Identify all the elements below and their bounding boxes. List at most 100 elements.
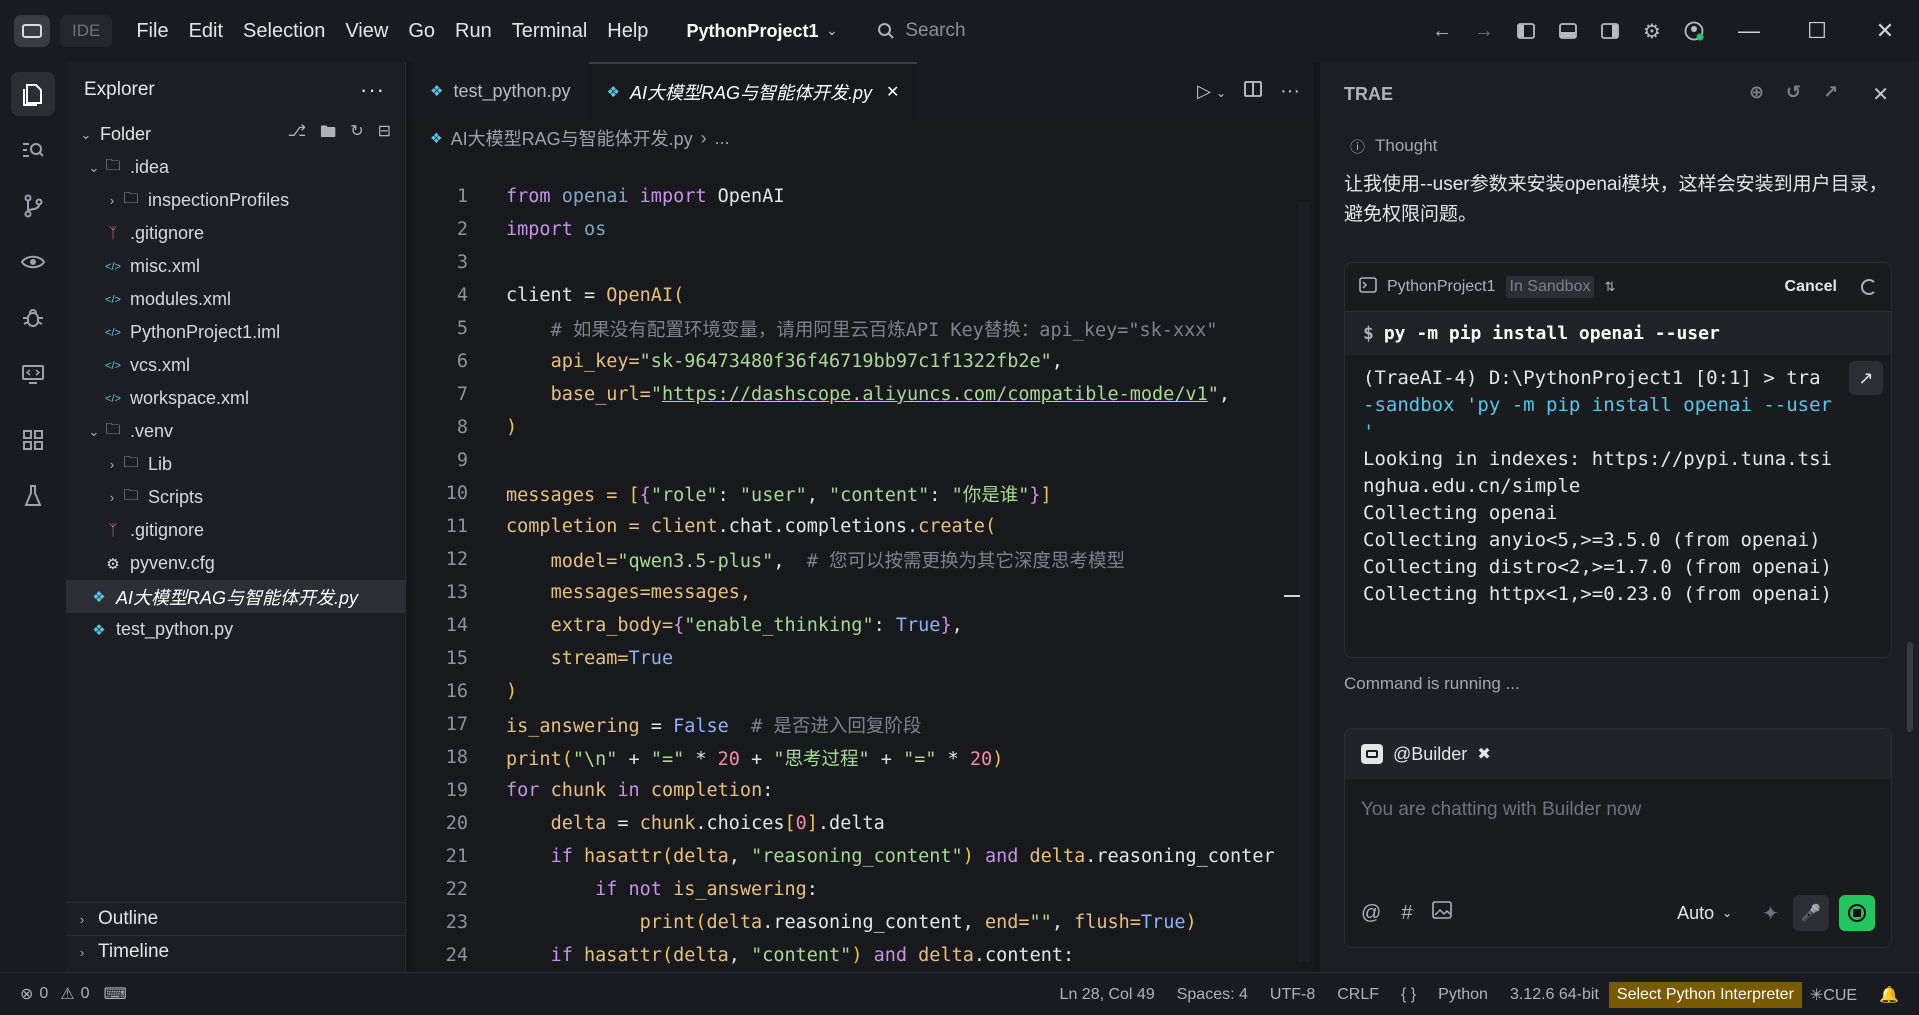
editor-scrollbar[interactable] bbox=[1298, 202, 1310, 962]
tab-ai-rag[interactable]: ❖ AI大模型RAG与智能体开发.py ✕ bbox=[588, 62, 918, 120]
breadcrumb-ellipsis[interactable]: ... bbox=[715, 128, 730, 149]
split-editor-icon[interactable] bbox=[1244, 80, 1262, 103]
microphone-icon[interactable]: 🎤 bbox=[1793, 895, 1829, 931]
menu-selection[interactable]: Selection bbox=[233, 20, 335, 43]
builder-label[interactable]: @Builder bbox=[1393, 744, 1467, 765]
breadcrumb-file[interactable]: AI大模型RAG与智能体开发.py bbox=[451, 125, 693, 151]
expand-terminal-button[interactable]: ↗ bbox=[1849, 361, 1883, 395]
select-interpreter-button[interactable]: Select Python Interpreter bbox=[1608, 981, 1802, 1008]
more-actions-icon[interactable]: ··· bbox=[1280, 80, 1300, 103]
remote-activity[interactable] bbox=[0, 346, 66, 402]
debug-activity[interactable] bbox=[0, 290, 66, 346]
menu-edit[interactable]: Edit bbox=[179, 20, 233, 43]
testing-activity[interactable] bbox=[0, 468, 66, 524]
app-logo-icon[interactable] bbox=[14, 15, 50, 47]
run-icon[interactable]: ▷ ⌄ bbox=[1197, 81, 1226, 102]
new-file-icon[interactable]: ⎇ bbox=[288, 121, 306, 148]
menu-go[interactable]: Go bbox=[398, 20, 445, 43]
encoding[interactable]: UTF-8 bbox=[1270, 986, 1315, 1004]
folder-root[interactable]: ⌄ Folder ⎇ 🖿 ↻ ⊟ bbox=[66, 118, 405, 151]
menu-terminal[interactable]: Terminal bbox=[502, 20, 598, 43]
timeline-section[interactable]: › Timeline bbox=[66, 935, 406, 968]
terminal-command: $ py -m pip install openai --user bbox=[1345, 311, 1891, 355]
menu-file[interactable]: File bbox=[126, 20, 178, 43]
tree-item[interactable]: › 🗀 Lib bbox=[66, 448, 405, 481]
language-mode[interactable]: Python bbox=[1438, 986, 1488, 1004]
cursor-position[interactable]: Ln 28, Col 49 bbox=[1060, 986, 1155, 1004]
forward-arrow-icon[interactable]: → bbox=[1463, 10, 1505, 52]
ide-badge[interactable]: IDE bbox=[60, 15, 113, 47]
cue-item[interactable]: ✳CUE bbox=[1810, 985, 1857, 1005]
send-stop-button[interactable] bbox=[1839, 895, 1875, 931]
tree-item[interactable]: › 🗀 inspectionProfiles bbox=[66, 184, 405, 217]
minimize-button[interactable]: — bbox=[1715, 0, 1783, 62]
code-editor[interactable]: 1 from openai import OpenAI 2 import os 3 … bbox=[412, 180, 1312, 972]
new-folder-icon[interactable]: 🖿 bbox=[320, 121, 336, 148]
indentation[interactable]: Spaces: 4 bbox=[1177, 986, 1248, 1004]
extensions-activity[interactable] bbox=[0, 412, 66, 468]
explorer-activity[interactable] bbox=[0, 66, 66, 122]
preview-activity[interactable] bbox=[0, 234, 66, 290]
tree-item[interactable]: </> workspace.xml bbox=[66, 382, 405, 415]
hash-icon[interactable]: # bbox=[1401, 902, 1412, 925]
tree-item[interactable]: ⌄ 🗀 .idea bbox=[66, 151, 405, 184]
refresh-icon[interactable]: ↻ bbox=[350, 121, 363, 148]
search-input[interactable]: Search bbox=[877, 20, 1297, 42]
tree-item[interactable]: ⌄ 🗀 .venv bbox=[66, 415, 405, 448]
close-icon[interactable]: ✕ bbox=[1872, 82, 1889, 107]
tab-label: AI大模型RAG与智能体开发.py bbox=[630, 83, 873, 103]
chat-input-box[interactable]: @Builder ✖ You are chatting with Builder… bbox=[1344, 728, 1892, 948]
maximize-button[interactable]: ☐ bbox=[1783, 0, 1851, 62]
chevron-right-icon: › bbox=[109, 457, 115, 472]
python-version[interactable]: 3.12.6 64-bit bbox=[1510, 986, 1599, 1004]
tree-item[interactable]: ❖ AI大模型RAG与智能体开发.py bbox=[66, 580, 405, 613]
history-icon[interactable]: ↺ bbox=[1786, 82, 1801, 107]
back-arrow-icon[interactable]: ← bbox=[1421, 10, 1463, 52]
tree-item[interactable]: ᛉ .gitignore bbox=[66, 217, 405, 250]
language-braces[interactable]: { } bbox=[1401, 986, 1416, 1004]
settings-gear-icon[interactable]: ⚙ bbox=[1631, 10, 1673, 52]
sandbox-toggle-icon[interactable]: ⇅ bbox=[1604, 279, 1615, 295]
line-number: 1 bbox=[456, 186, 468, 207]
line-number: 18 bbox=[445, 747, 468, 768]
tree-item[interactable]: </> vcs.xml bbox=[66, 349, 405, 382]
search-activity[interactable] bbox=[0, 122, 66, 178]
outline-section[interactable]: › Outline bbox=[66, 902, 406, 935]
chat-input-placeholder[interactable]: You are chatting with Builder now bbox=[1345, 779, 1891, 841]
tree-item[interactable]: ❖ test_python.py bbox=[66, 613, 405, 646]
tools-icon[interactable]: ✖ bbox=[1477, 744, 1490, 764]
open-external-icon[interactable]: ↗ bbox=[1823, 82, 1838, 107]
tree-item[interactable]: </> modules.xml bbox=[66, 283, 405, 316]
more-actions-icon[interactable]: ··· bbox=[360, 77, 385, 103]
new-chat-icon[interactable]: ⊕ bbox=[1749, 82, 1764, 107]
menu-view[interactable]: View bbox=[335, 20, 398, 43]
line-ending[interactable]: CRLF bbox=[1337, 986, 1379, 1004]
notifications-bell-icon[interactable]: 🔔 bbox=[1879, 985, 1899, 1005]
mention-icon[interactable]: @ bbox=[1361, 902, 1381, 925]
account-icon[interactable] bbox=[1673, 10, 1715, 52]
toggle-sidebar-icon[interactable] bbox=[1505, 10, 1547, 52]
tab-test-python[interactable]: ❖ test_python.py bbox=[412, 62, 589, 120]
close-window-button[interactable]: ✕ bbox=[1851, 0, 1919, 62]
source-control-activity[interactable] bbox=[0, 178, 66, 234]
menu-run[interactable]: Run bbox=[445, 20, 502, 43]
keyboard-icon[interactable]: ⌨ bbox=[104, 984, 127, 1004]
close-tab-icon[interactable]: ✕ bbox=[886, 82, 899, 102]
thought-section[interactable]: ⓘ Thought bbox=[1320, 132, 1919, 160]
image-icon[interactable] bbox=[1432, 901, 1453, 925]
tree-item[interactable]: › 🗀 Scripts bbox=[66, 481, 405, 514]
project-selector[interactable]: PythonProject1 ⌄ bbox=[686, 21, 837, 42]
tree-item[interactable]: ᛉ .gitignore bbox=[66, 514, 405, 547]
cancel-button[interactable]: Cancel bbox=[1785, 278, 1837, 296]
mode-selector[interactable]: Auto ⌄ bbox=[1677, 903, 1732, 924]
sparkle-icon[interactable]: ✦ bbox=[1762, 901, 1779, 926]
tree-item[interactable]: </> PythonProject1.iml bbox=[66, 316, 405, 349]
menu-help[interactable]: Help bbox=[597, 20, 658, 43]
collapse-all-icon[interactable]: ⊟ bbox=[378, 121, 391, 148]
problems-indicator[interactable]: ⊗ 0 ⚠ 0 bbox=[20, 984, 90, 1004]
toggle-panel-icon[interactable] bbox=[1547, 10, 1589, 52]
toggle-secondary-sidebar-icon[interactable] bbox=[1589, 10, 1631, 52]
chat-scrollbar[interactable] bbox=[1907, 642, 1913, 732]
tree-item[interactable]: ⚙ pyvenv.cfg bbox=[66, 547, 405, 580]
tree-item[interactable]: </> misc.xml bbox=[66, 250, 405, 283]
